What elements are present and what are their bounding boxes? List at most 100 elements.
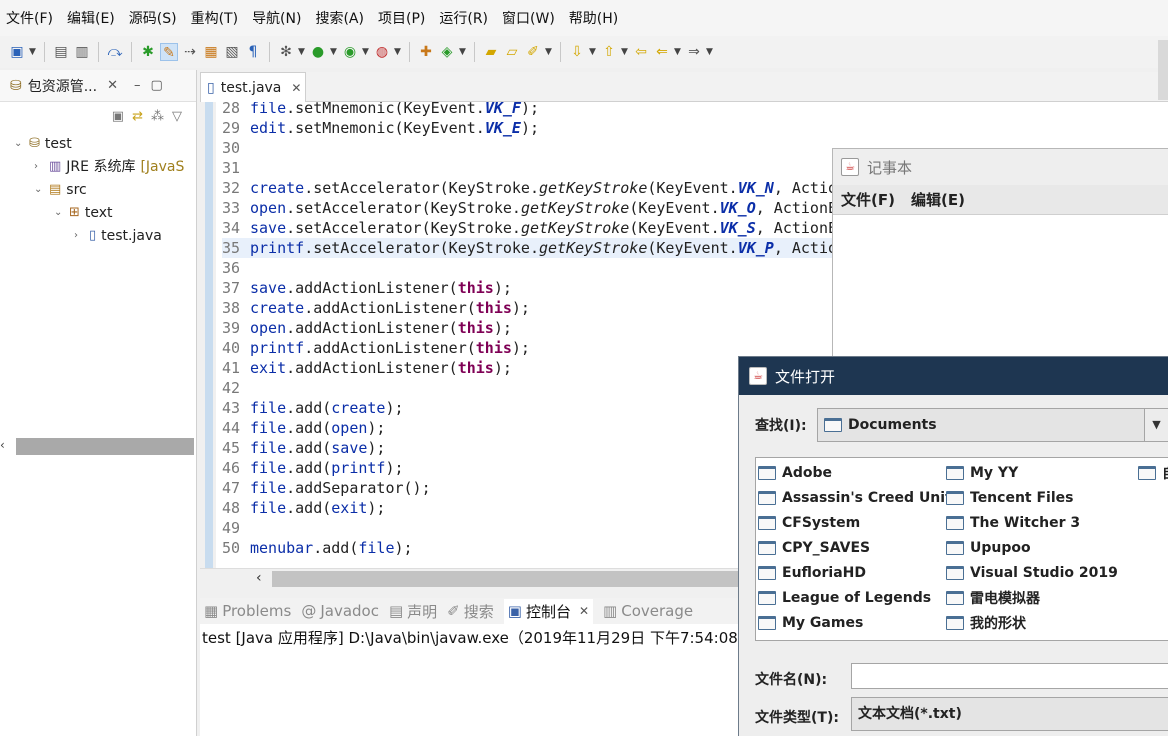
folder-item[interactable]: 我的形状 xyxy=(946,610,1118,635)
folder-item[interactable]: The Witcher 3 xyxy=(946,510,1118,535)
chevron-down-icon[interactable]: ▼ xyxy=(362,47,370,57)
editor-vscroll-thumb[interactable] xyxy=(1158,40,1168,100)
next-annotation-icon[interactable]: ⇩ xyxy=(568,43,586,61)
folder-item[interactable]: My Games xyxy=(758,610,961,635)
skip-breakpoints-icon[interactable]: ⤼ xyxy=(106,43,124,61)
menu-source[interactable]: 源码(S) xyxy=(129,8,177,28)
chevron-down-icon[interactable]: ⌄ xyxy=(34,179,44,201)
folder-item[interactable]: Adobe xyxy=(758,460,961,485)
chevron-down-icon[interactable]: ▼ xyxy=(1144,409,1168,441)
package-explorer-hscrollbar[interactable] xyxy=(16,438,194,455)
tab-problems[interactable]: ▦ Problems xyxy=(204,602,291,620)
close-icon[interactable]: ✕ xyxy=(107,78,118,93)
collapse-all-icon[interactable]: ▣ xyxy=(112,109,124,124)
new-class-icon[interactable]: ◈ xyxy=(438,43,456,61)
close-icon[interactable]: ✕ xyxy=(579,604,589,618)
menu-edit[interactable]: 编辑(E) xyxy=(67,8,115,28)
notepad-menu-file[interactable]: 文件(F) xyxy=(841,189,895,210)
new-java-project-icon[interactable]: ✚ xyxy=(417,43,435,61)
pencil-icon[interactable]: ✐ xyxy=(524,43,542,61)
scrollbar-thumb[interactable] xyxy=(272,571,740,587)
scroll-left-icon[interactable]: ‹ xyxy=(256,570,262,586)
breadcrumb-icon[interactable]: ⇢ xyxy=(181,43,199,61)
chevron-down-icon[interactable]: ▼ xyxy=(706,47,714,57)
menu-navigate[interactable]: 导航(N) xyxy=(252,8,301,28)
view-menu-icon[interactable]: ▽ xyxy=(172,109,182,124)
save-icon[interactable]: ▤ xyxy=(52,43,70,61)
folder-item[interactable]: 雷电模拟器 xyxy=(946,585,1118,610)
tab-search[interactable]: ✐ 搜索 xyxy=(447,601,494,622)
block-select-icon[interactable]: ▧ xyxy=(223,43,241,61)
tab-declaration[interactable]: ▤ 声明 xyxy=(389,601,437,622)
back-icon[interactable]: ⇐ xyxy=(653,43,671,61)
scroll-left-icon[interactable]: ‹ xyxy=(0,438,10,452)
chevron-down-icon[interactable]: ⌄ xyxy=(54,202,64,224)
folder-item[interactable]: EufloriaHD xyxy=(758,560,961,585)
chevron-down-icon[interactable]: ▼ xyxy=(674,47,682,57)
tree-node-package[interactable]: ⌄ ⊞ text xyxy=(54,202,113,224)
chevron-right-icon[interactable]: › xyxy=(34,156,44,178)
folder-item[interactable]: CFSystem xyxy=(758,510,961,535)
filename-input[interactable] xyxy=(851,663,1168,689)
menu-window[interactable]: 窗口(W) xyxy=(502,8,555,28)
notepad-text-area[interactable] xyxy=(833,215,1168,365)
last-edit-icon[interactable]: ⇦ xyxy=(632,43,650,61)
open-folder-icon[interactable]: ▰ xyxy=(482,43,500,61)
notepad-menu-edit[interactable]: 编辑(E) xyxy=(911,189,965,210)
show-whitespace-icon[interactable]: ¶ xyxy=(244,43,262,61)
chevron-down-icon[interactable]: ▼ xyxy=(589,47,597,57)
chevron-down-icon[interactable]: ▼ xyxy=(459,47,467,57)
debug-icon[interactable]: ✻ xyxy=(277,43,295,61)
menu-project[interactable]: 项目(P) xyxy=(378,8,425,28)
chevron-down-icon[interactable]: ▼ xyxy=(298,47,306,57)
editor-hscrollbar[interactable]: ‹ xyxy=(200,568,740,588)
tree-node-file[interactable]: › ▯ test.java xyxy=(74,225,162,247)
chevron-down-icon[interactable]: ▼ xyxy=(545,47,553,57)
tree-node-src[interactable]: ⌄ ▤ src xyxy=(34,179,87,201)
folder-item[interactable]: CPY_SAVES xyxy=(758,535,961,560)
external-tools-icon[interactable]: ◍ xyxy=(373,43,391,61)
coverage-icon[interactable]: ◉ xyxy=(341,43,359,61)
folder-item[interactable]: My YY xyxy=(946,460,1118,485)
menu-help[interactable]: 帮助(H) xyxy=(569,8,618,28)
menu-file[interactable]: 文件(F) xyxy=(6,8,53,28)
forward-icon[interactable]: ⇒ xyxy=(685,43,703,61)
folder-item[interactable]: Assassin's Creed Unity xyxy=(758,485,961,510)
chevron-right-icon[interactable]: › xyxy=(74,225,84,247)
tree-node-jre[interactable]: › ▥ JRE 系统库 [JavaS xyxy=(34,156,184,178)
run-icon[interactable]: ● xyxy=(309,43,327,61)
menu-search[interactable]: 搜索(A) xyxy=(315,8,364,28)
chevron-down-icon[interactable]: ▼ xyxy=(394,47,402,57)
previous-annotation-icon[interactable]: ⇧ xyxy=(600,43,618,61)
package-explorer-title[interactable]: 包资源管... xyxy=(28,76,97,96)
folder-item[interactable]: League of Legends xyxy=(758,585,961,610)
chevron-down-icon[interactable]: ▼ xyxy=(29,47,37,57)
close-icon[interactable]: ✕ xyxy=(291,81,301,95)
console-view[interactable]: test [Java 应用程序] D:\Java\bin\javaw.exe（2… xyxy=(200,624,744,736)
focus-icon[interactable]: ⁂ xyxy=(151,109,164,124)
annotation-icon[interactable]: ▦ xyxy=(202,43,220,61)
link-with-editor-icon[interactable]: ⇄ xyxy=(132,109,143,124)
notepad-titlebar[interactable]: ☕ 记事本 xyxy=(833,149,1168,185)
folder-item[interactable]: 自 xyxy=(1138,460,1168,485)
tab-coverage[interactable]: ▥ Coverage xyxy=(603,602,693,620)
chevron-down-icon[interactable]: ▼ xyxy=(621,47,629,57)
tab-console[interactable]: ▣ 控制台 ✕ xyxy=(503,598,594,624)
folder-item[interactable]: Visual Studio 2019 xyxy=(946,560,1118,585)
mark-occurrences-icon[interactable]: ✎ xyxy=(160,43,178,61)
editor-tab-test-java[interactable]: ▯ test.java ✕ xyxy=(200,72,306,102)
minimize-maximize-icons[interactable]: –▢ xyxy=(134,78,173,93)
filetype-select[interactable]: 文本文档(*.txt) xyxy=(851,697,1168,731)
dialog-titlebar[interactable]: ☕ 文件打开 xyxy=(739,357,1168,395)
open-type-icon[interactable]: ✱ xyxy=(139,43,157,61)
new-icon[interactable]: ▣ xyxy=(8,43,26,61)
folder-item[interactable]: Upupoo xyxy=(946,535,1118,560)
chevron-down-icon[interactable]: ▼ xyxy=(330,47,338,57)
tree-node-project[interactable]: ⌄ ⛁ test xyxy=(14,133,72,155)
menu-run[interactable]: 运行(R) xyxy=(439,8,488,28)
lookin-combo[interactable]: Documents ▼ xyxy=(817,408,1168,442)
chevron-down-icon[interactable]: ⌄ xyxy=(14,133,24,155)
open-task-icon[interactable]: ▱ xyxy=(503,43,521,61)
menu-refactor[interactable]: 重构(T) xyxy=(191,8,238,28)
save-all-icon[interactable]: ▥ xyxy=(73,43,91,61)
